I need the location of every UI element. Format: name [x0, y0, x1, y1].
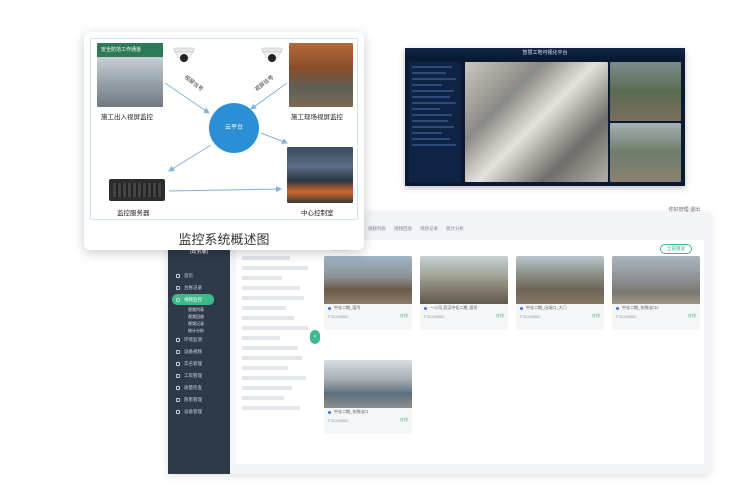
location-icon: [328, 410, 331, 414]
platform-title: 智慧工地可视化平台: [522, 50, 568, 56]
entrance-photo: 安全防范工作通道: [97, 43, 163, 107]
camera-card[interactable]: 中化二期_东侧出口2 F31248852 在线: [612, 256, 700, 330]
tab-playback[interactable]: 视频回放: [394, 226, 412, 232]
sidebar-item-home[interactable]: 首页: [168, 270, 230, 281]
server-icon: [109, 179, 165, 201]
location-icon: [424, 306, 427, 310]
entrance-label: 施工出入视屏监控: [101, 114, 153, 121]
platform-video-wall: [465, 62, 681, 182]
location-icon: [328, 306, 331, 310]
sidebar-item-environment[interactable]: 环境监测: [168, 334, 230, 345]
tab-records[interactable]: 视频记录: [420, 226, 438, 232]
play-all-button[interactable]: 全部播放: [660, 244, 692, 254]
sidebar-item-realname[interactable]: 实名管理: [168, 358, 230, 369]
video-icon: [176, 297, 180, 302]
sidebar-item-hazard[interactable]: 隐患管理: [168, 394, 230, 405]
sidebar-item-device-video[interactable]: 设备视频: [168, 346, 230, 357]
camera-thumbnail[interactable]: [324, 256, 412, 304]
dome-camera-icon: [261, 47, 283, 62]
location-icon: [520, 306, 523, 310]
composite-stage: 你好管理 退出 (政务版) 首页 台账记录 视频监控 视频列表 视频回放 视频记…: [0, 0, 750, 500]
sidebar-item-wages[interactable]: 工资管理: [168, 370, 230, 381]
camera-card[interactable]: 中化二期_塔吊 F31248852 在线: [324, 256, 412, 330]
camera-card[interactable]: 中化二期_出场口_大门 F31248852 在线: [516, 256, 604, 330]
collapse-tree-button[interactable]: ‹: [310, 330, 320, 344]
control-room-photo: [287, 147, 353, 203]
warning-icon: [176, 397, 180, 402]
sidebar-item-equipment[interactable]: 设备管理: [168, 406, 230, 417]
camera-thumbnail[interactable]: [516, 256, 604, 304]
check-icon: [176, 385, 180, 390]
leaf-icon: [176, 337, 180, 342]
submenu-item-playback[interactable]: 视频回放: [168, 313, 230, 320]
sidebar: (政务版) 首页 台账记录 视频监控 视频列表 视频回放 视频记录 统计分析 环…: [168, 212, 230, 474]
video-feed[interactable]: [465, 62, 608, 182]
system-overview-card: 安全防范工作通道 施工出入视屏监控 视屏信号 视屏信号 施工现场视屏监控 云平台: [84, 32, 364, 250]
diagram-caption: 监控系统概述图: [178, 233, 270, 248]
camera-card[interactable]: 中化二期_东侧出口 F31248852 在线: [324, 360, 412, 434]
device-tree[interactable]: [236, 240, 320, 464]
id-icon: [176, 361, 180, 366]
control-room-label: 中心控制室: [301, 210, 334, 217]
submenu-item-list[interactable]: 视频列表: [168, 306, 230, 313]
location-icon: [616, 306, 619, 310]
diagram-frame: 安全防范工作通道 施工出入视屏监控 视屏信号 视屏信号 施工现场视屏监控 云平台: [90, 38, 358, 220]
gear-icon: [176, 409, 180, 414]
cloud-platform-node: 云平台: [209, 103, 259, 153]
server-label: 监控服务器: [117, 210, 150, 217]
camera-card[interactable]: 一公司-武汉中化二期_塔吊 F31248852 在线: [420, 256, 508, 330]
camera-icon: [176, 349, 180, 354]
top-tabs: 视频列表 视频回放 视频记录 统计分析: [368, 226, 464, 232]
camera-thumbnail[interactable]: [324, 360, 412, 408]
home-icon: [176, 273, 180, 278]
tab-stats[interactable]: 统计分析: [446, 226, 464, 232]
sidebar-item-records[interactable]: 台账记录: [168, 282, 230, 293]
video-feed[interactable]: [609, 62, 681, 121]
video-feed[interactable]: [609, 123, 681, 182]
camera-thumbnail[interactable]: [612, 256, 700, 304]
user-greeting[interactable]: 你好管理 退出: [669, 206, 700, 213]
submenu-item-records[interactable]: 视频记录: [168, 320, 230, 327]
user-icon: [176, 285, 180, 290]
site-label: 施工现场视屏监控: [291, 114, 343, 121]
sidebar-item-video[interactable]: 视频监控: [172, 294, 214, 305]
submenu-item-stats[interactable]: 统计分析: [168, 327, 230, 334]
platform-device-tree[interactable]: [409, 62, 461, 182]
camera-thumbnail[interactable]: [420, 256, 508, 304]
site-photo: [289, 43, 353, 107]
monitoring-platform-screenshot: 智慧工地可视化平台: [405, 48, 685, 186]
sidebar-menu: 首页 台账记录 视频监控 视频列表 视频回放 视频记录 统计分析 环境监测 设备…: [168, 270, 230, 418]
sidebar-item-quality[interactable]: 质量检查: [168, 382, 230, 393]
entrance-sign: 安全防范工作通道: [101, 47, 142, 53]
web-app-screenshot: 你好管理 退出 (政务版) 首页 台账记录 视频监控 视频列表 视频回放 视频记…: [168, 207, 710, 474]
wallet-icon: [176, 373, 180, 378]
dome-camera-icon: [173, 47, 195, 62]
video-grid-panel: 视频列表 全部播放 中化二期_塔吊 F31248852在线 一公司-武汉中化二期…: [320, 240, 704, 464]
tab-video-list[interactable]: 视频列表: [368, 226, 386, 232]
